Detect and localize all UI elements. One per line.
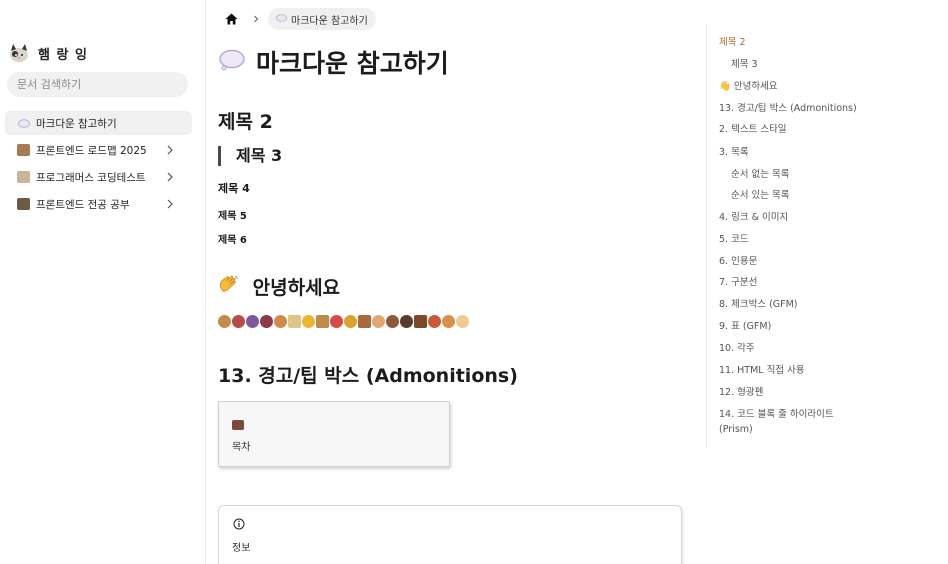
- hello-heading: 안녕하세요: [218, 273, 340, 300]
- toc-item[interactable]: 14. 코드 블록 줄 하이라이트 (Prism): [719, 407, 859, 437]
- brand[interactable]: 햄 랑 잉: [8, 42, 88, 64]
- thought-bubble-icon: [218, 48, 246, 77]
- thumbnail-icon: [17, 171, 30, 183]
- heading-5: 제목 5: [218, 211, 247, 222]
- toc-item[interactable]: 13. 경고/팁 박스 (Admonitions): [719, 101, 859, 116]
- bear-icon: [274, 315, 287, 328]
- sidebar-item-frontend-roadmap[interactable]: 프론트엔드 로드맵 2025: [5, 138, 192, 162]
- sidebar-item-programmers-coding-test[interactable]: 프로그래머스 코딩테스트: [5, 165, 192, 189]
- toc-callout-label: 목차: [232, 442, 251, 453]
- info-callout: 정보: [218, 505, 682, 564]
- chevron-right-icon[interactable]: [164, 171, 176, 183]
- hello-heading-text: 안녕하세요: [252, 277, 341, 299]
- toc-item[interactable]: 순서 없는 목록: [731, 167, 871, 182]
- snail-icon: [386, 315, 399, 328]
- heading-4: 제목 4: [218, 182, 250, 195]
- toc-item[interactable]: 7. 구분선: [719, 275, 859, 290]
- toc-item[interactable]: 10. 각주: [719, 341, 859, 356]
- ice-cream-icon: [456, 315, 469, 328]
- waving-hand-icon: [218, 274, 240, 299]
- main-content: 마크다운 참고하기 제목 2 제목 3 제목 4 제목 5 제목 6 안녕하세요…: [218, 0, 688, 564]
- toc-item[interactable]: 제목 2: [719, 35, 859, 50]
- toc-item[interactable]: 9. 표 (GFM): [719, 319, 859, 334]
- info-callout-label: 정보: [232, 543, 251, 554]
- toc-item[interactable]: 순서 있는 목록: [731, 188, 871, 203]
- mushroom-icon: [232, 315, 245, 328]
- ball-icon: [246, 315, 259, 328]
- sidebar-item-markdown-guide[interactable]: 마크다운 참고하기: [5, 111, 192, 135]
- emoji-row: [218, 315, 469, 328]
- sidebar-item-label: 프론트엔드 전공 공부: [36, 198, 130, 211]
- leaf-icon: [344, 315, 357, 328]
- cookie-icon: [218, 315, 231, 328]
- sidebar-item-label: 프로그래머스 코딩테스트: [36, 171, 146, 184]
- thought-bubble-icon: [17, 117, 30, 129]
- donut-icon: [428, 315, 441, 328]
- thumbnail-icon: [17, 198, 30, 210]
- toc-callout: 목차: [218, 401, 450, 467]
- sidebar-item-frontend-study[interactable]: 프론트엔드 전공 공부: [5, 192, 192, 216]
- heart-icon: [260, 315, 273, 328]
- toc-item[interactable]: 제목 3: [731, 57, 871, 72]
- stump-icon: [414, 315, 427, 328]
- coin-icon: [302, 315, 315, 328]
- toc-item[interactable]: 👋 안녕하세요: [719, 79, 859, 94]
- bandage-icon: [372, 315, 385, 328]
- toc-item[interactable]: 6. 인용문: [719, 254, 859, 269]
- sidebar-item-label: 프론트엔드 로드맵 2025: [36, 144, 147, 157]
- toc-item[interactable]: 4. 링크 & 이미지: [719, 210, 859, 225]
- bear-face-icon: [400, 315, 413, 328]
- toc-item[interactable]: 5. 코드: [719, 232, 859, 247]
- toc-item[interactable]: 2. 텍스트 스타일: [719, 122, 859, 137]
- toc-item[interactable]: 11. HTML 직접 사용: [719, 363, 859, 378]
- basket-icon: [358, 315, 371, 328]
- heading-6: 제목 6: [218, 235, 247, 246]
- sidebar-item-label: 마크다운 참고하기: [36, 117, 117, 130]
- info-icon: [233, 518, 245, 530]
- brand-name: 햄 랑 잉: [38, 47, 88, 63]
- table-of-contents: 제목 2 제목 3 👋 안녕하세요 13. 경고/팁 박스 (Admonitio…: [706, 24, 866, 448]
- toc-item[interactable]: 8. 체크박스 (GFM): [719, 297, 859, 312]
- scroll-icon: [288, 315, 301, 328]
- page-title: 마크다운 참고하기: [218, 44, 449, 80]
- heading-3: 제목 3: [218, 146, 282, 166]
- heading-2: 제목 2: [218, 111, 273, 133]
- chevron-right-icon[interactable]: [164, 144, 176, 156]
- search-input[interactable]: [7, 72, 188, 97]
- squirrel-icon: [442, 315, 455, 328]
- chevron-right-icon[interactable]: [164, 198, 176, 210]
- cat-logo-icon: [8, 43, 30, 63]
- ribbon-icon: [330, 315, 343, 328]
- page-title-text: 마크다운 참고하기: [256, 49, 449, 78]
- toc-item[interactable]: 12. 형광펜: [719, 385, 859, 400]
- box-icon: [316, 315, 329, 328]
- toc-item[interactable]: 3. 목록: [719, 145, 859, 160]
- bear-face-icon: [232, 420, 244, 430]
- thumbnail-icon: [17, 144, 30, 156]
- sidebar: 햄 랑 잉 마크다운 참고하기 프론트엔드 로드맵 2025 프로그래머스 코딩…: [0, 0, 206, 564]
- sidebar-nav: 마크다운 참고하기 프론트엔드 로드맵 2025 프로그래머스 코딩테스트 프론…: [5, 111, 192, 219]
- admonitions-heading: 13. 경고/팁 박스 (Admonitions): [218, 365, 518, 387]
